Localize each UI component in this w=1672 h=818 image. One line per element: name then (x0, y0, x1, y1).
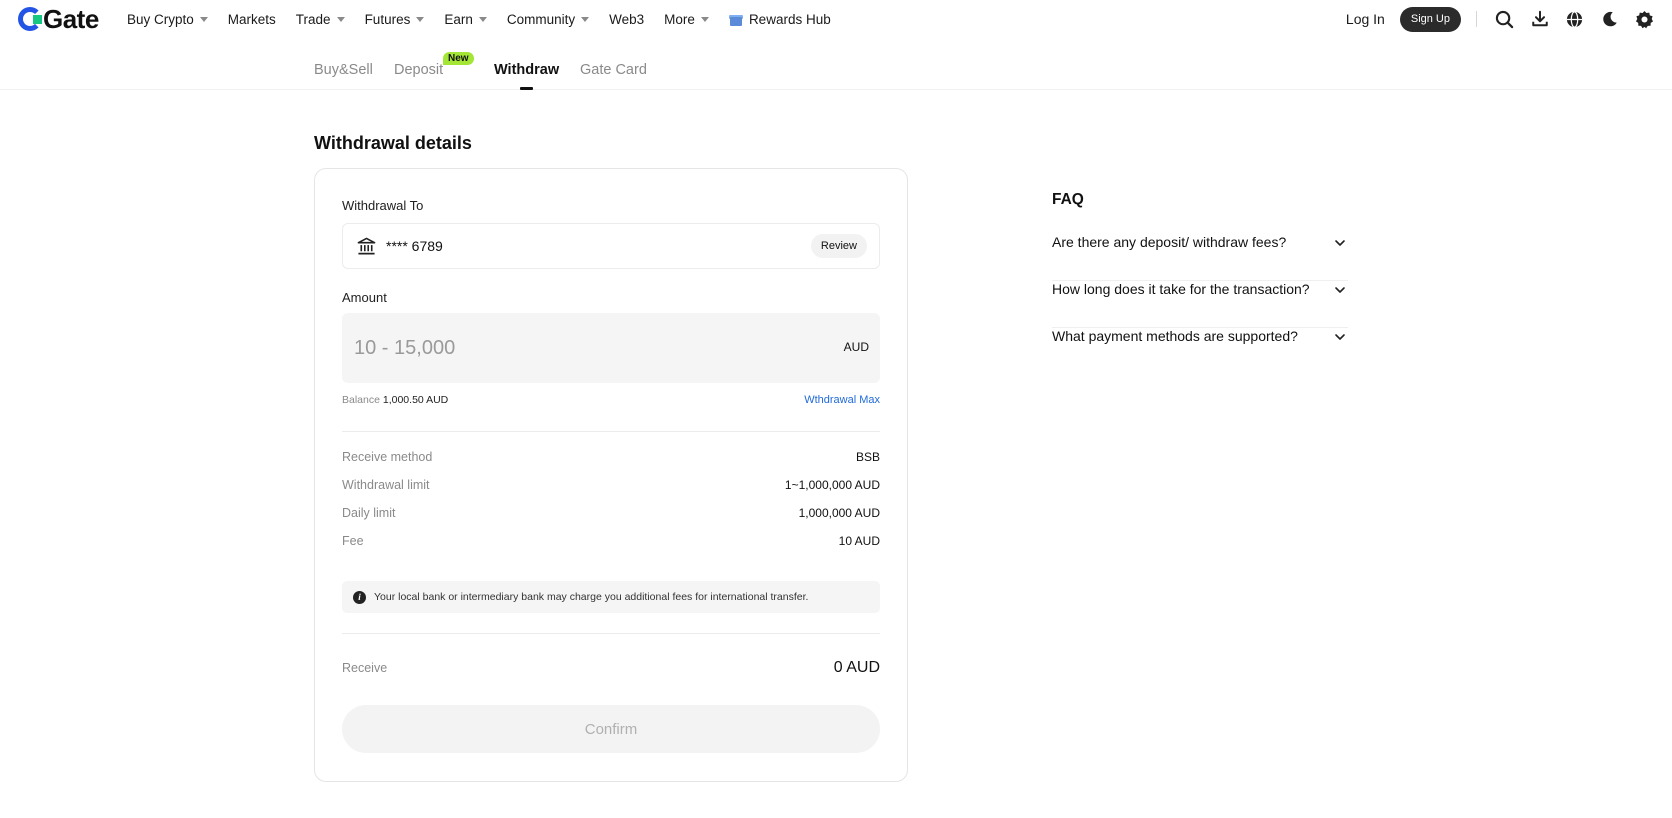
faq-question: How long does it take for the transactio… (1052, 281, 1310, 297)
chevron-down-icon (1335, 287, 1345, 293)
search-icon[interactable] (1487, 2, 1522, 37)
nav-label: Markets (227, 11, 276, 27)
withdrawal-to-label: Withdrawal To (342, 198, 424, 213)
header-tools: Log In Sign Up (1346, 0, 1662, 38)
detail-value: 1,000,000 AUD (798, 506, 880, 520)
nav-web3[interactable]: Web3 (609, 12, 644, 27)
signup-button[interactable]: Sign Up (1399, 6, 1461, 32)
chevron-down-icon (1335, 334, 1345, 340)
nav-label: Earn (444, 11, 473, 27)
nav-futures[interactable]: Futures (365, 12, 425, 27)
nav-rewards-hub[interactable]: Rewards Hub (728, 11, 831, 27)
chevron-down-icon (1335, 240, 1345, 246)
gear-icon[interactable] (1627, 2, 1662, 37)
faq-item-fees[interactable]: Are there any deposit/ withdraw fees? (1052, 234, 1348, 281)
balance-label: Balance (342, 394, 380, 406)
withdrawal-account-selector[interactable]: **** 6789 Review (342, 223, 880, 269)
bank-icon (357, 236, 377, 256)
login-link[interactable]: Log In (1346, 11, 1385, 27)
page-title: Withdrawal details (314, 133, 472, 153)
sub-tabs: Buy&Sell Deposit Withdraw Gate Card (0, 50, 1672, 90)
download-icon[interactable] (1522, 2, 1557, 37)
faq-item-payment-methods[interactable]: What payment methods are supported? (1052, 328, 1348, 375)
nav-label: Rewards Hub (748, 11, 831, 27)
amount-input[interactable] (354, 331, 754, 365)
nav-label: Futures (364, 11, 411, 27)
nav-label: Trade (295, 11, 331, 27)
withdrawal-card: Withdrawal To **** 6789 Review Amount AU… (314, 168, 908, 782)
detail-value: 10 AUD (838, 534, 880, 548)
active-tab-indicator (520, 87, 533, 90)
detail-value: 1~1,000,000 AUD (784, 478, 880, 492)
amount-field: AUD (342, 313, 880, 383)
account-number: **** 6789 (386, 238, 443, 254)
nav-more[interactable]: More (664, 12, 709, 27)
tab-withdraw[interactable]: Withdraw (494, 62, 559, 78)
detail-value: BSB (855, 450, 880, 464)
confirm-button[interactable]: Confirm (342, 705, 880, 753)
tab-buy-sell[interactable]: Buy&Sell (314, 62, 373, 78)
faq-title: FAQ (1052, 191, 1084, 208)
nav-earn[interactable]: Earn (444, 12, 487, 27)
chevron-down-icon (416, 16, 425, 22)
nav-label: More (664, 11, 695, 27)
divider (342, 431, 880, 432)
detail-key: Daily limit (342, 506, 396, 520)
detail-key: Receive method (342, 450, 433, 464)
gate-logo[interactable]: Gate (18, 3, 99, 34)
amount-currency: AUD (843, 340, 869, 354)
detail-row-fee: Fee 10 AUD (342, 534, 880, 552)
notice-text: Your local bank or intermediary bank may… (374, 591, 809, 603)
chevron-down-icon (581, 16, 590, 22)
nav-label: Buy Crypto (127, 11, 194, 27)
detail-row-withdrawal-limit: Withdrawal limit 1~1,000,000 AUD (342, 478, 880, 496)
new-badge: New (443, 52, 474, 65)
gate-logo-mark-icon (18, 7, 42, 31)
nav-community[interactable]: Community (506, 11, 590, 27)
globe-icon[interactable] (1557, 2, 1592, 37)
detail-row-daily-limit: Daily limit 1,000,000 AUD (342, 506, 880, 524)
tab-gate-card[interactable]: Gate Card (580, 62, 647, 78)
main-nav: Buy Crypto Markets Trade Futures Earn Co… (127, 0, 851, 38)
nav-label: Web3 (609, 11, 645, 27)
gift-icon (728, 13, 743, 26)
review-button[interactable]: Review (810, 234, 867, 258)
chevron-down-icon (199, 16, 208, 22)
nav-buy-crypto[interactable]: Buy Crypto (127, 12, 208, 27)
chevron-down-icon (700, 16, 709, 22)
nav-trade[interactable]: Trade (296, 12, 345, 27)
detail-key: Fee (342, 534, 364, 548)
withdrawal-max-link[interactable]: Wthdrawal Max (804, 394, 880, 406)
receive-amount: 0 AUD (833, 659, 880, 676)
top-navigation: Gate Buy Crypto Markets Trade Futures Ea… (0, 0, 1672, 38)
faq-question: What payment methods are supported? (1052, 328, 1298, 344)
chevron-down-icon (336, 16, 345, 22)
faq-question: Are there any deposit/ withdraw fees? (1052, 234, 1287, 250)
info-icon: i (353, 590, 366, 604)
detail-key: Withdrawal limit (342, 478, 430, 492)
fee-notice: i Your local bank or intermediary bank m… (342, 581, 880, 613)
chevron-down-icon (478, 16, 487, 22)
divider (1476, 11, 1477, 27)
receive-label: Receive (342, 661, 388, 675)
amount-label: Amount (342, 290, 387, 305)
brand-name: Gate (43, 3, 99, 34)
tab-deposit[interactable]: Deposit (394, 62, 443, 78)
divider (342, 633, 880, 634)
faq-item-duration[interactable]: How long does it take for the transactio… (1052, 281, 1348, 328)
detail-row-receive-method: Receive method BSB (342, 450, 880, 468)
nav-label: Community (506, 11, 576, 27)
nav-markets[interactable]: Markets (228, 12, 276, 27)
balance-info: Balance 1,000.50 AUD (342, 394, 448, 406)
moon-icon[interactable] (1592, 2, 1627, 37)
balance-value: 1,000.50 AUD (382, 394, 449, 406)
